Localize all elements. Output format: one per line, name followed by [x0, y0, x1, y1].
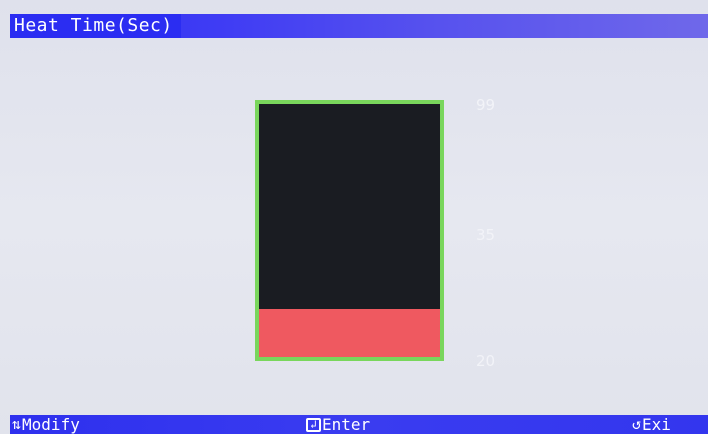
modify-label: Modify: [22, 414, 80, 434]
heat-time-gauge[interactable]: [255, 100, 444, 361]
device-screen: Heat Time(Sec) 99 35 20 ⇅ Modify ↲ Enter…: [0, 0, 708, 434]
enter-icon: ↲: [306, 417, 321, 432]
enter-label: Enter: [322, 414, 371, 434]
title-bar: Heat Time(Sec): [10, 14, 708, 38]
footer-bar: ⇅ Modify ↲ Enter ↺ Exi: [10, 415, 708, 434]
gauge-max-label: 99: [476, 96, 496, 114]
exit-button[interactable]: ↺ Exi: [632, 415, 671, 434]
modify-button[interactable]: ⇅ Modify: [12, 415, 80, 434]
gauge-current-value: 35: [476, 226, 496, 244]
heat-time-gauge-fill: [259, 308, 440, 357]
up-down-arrows-icon: ⇅: [12, 415, 22, 433]
enter-button[interactable]: ↲ Enter: [306, 415, 370, 434]
exit-label: Exi: [642, 414, 671, 434]
gauge-min-label: 20: [476, 352, 496, 370]
undo-arrow-icon: ↺: [632, 415, 642, 433]
page-title: Heat Time(Sec): [10, 14, 181, 38]
